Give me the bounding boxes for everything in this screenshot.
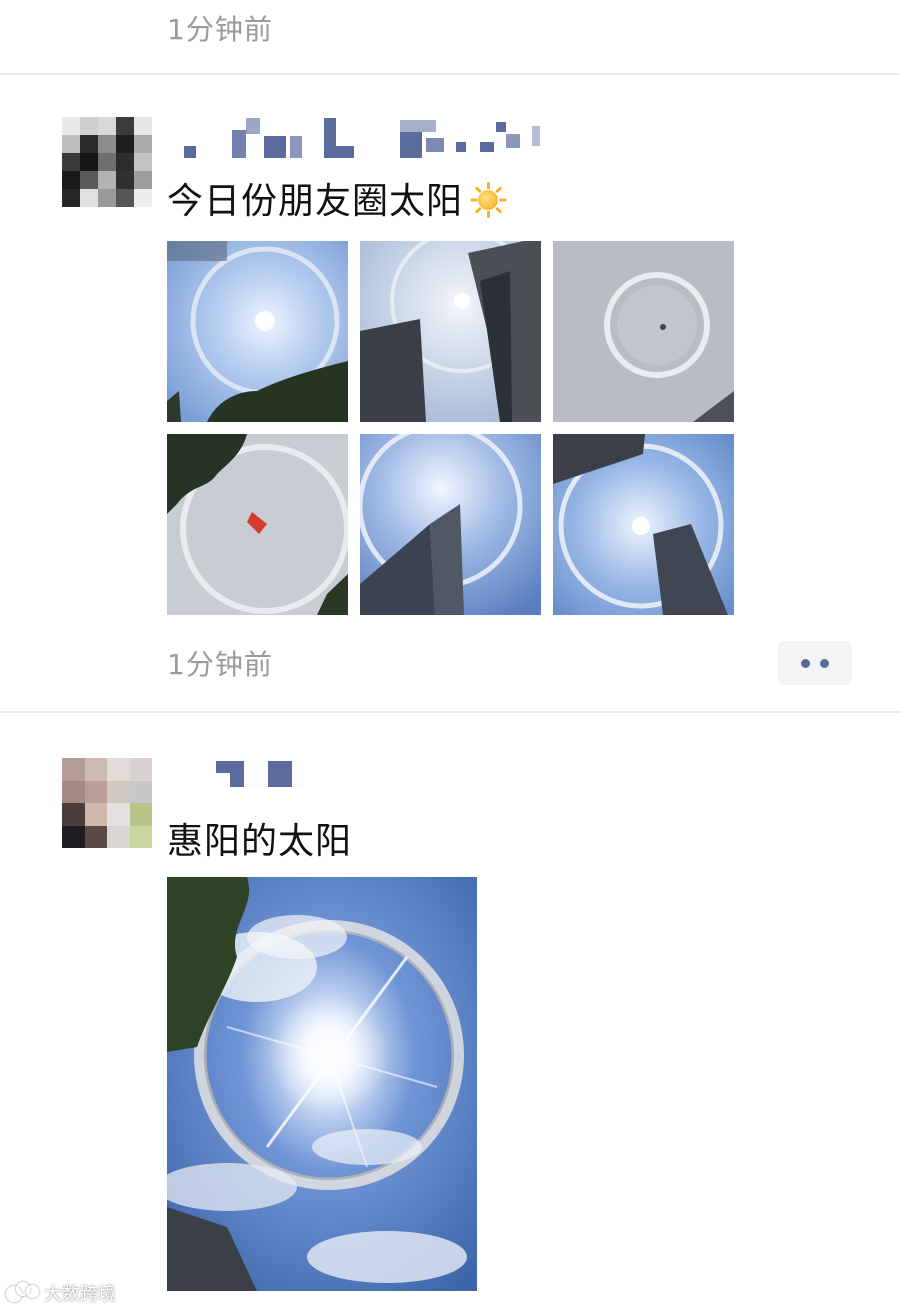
halo-photo[interactable] [167, 241, 348, 422]
post-text: 今日份朋友圈太阳 [167, 172, 507, 224]
username[interactable] [210, 755, 300, 795]
watermark-logo-icon [6, 1282, 40, 1304]
more-actions-button[interactable] [778, 641, 852, 685]
halo-photo[interactable] [553, 434, 734, 615]
avatar[interactable] [62, 758, 152, 848]
more-dot-icon [801, 658, 810, 668]
halo-photo[interactable] [167, 877, 477, 1291]
post-text: 惠阳的太阳 [167, 821, 353, 862]
halo-photo[interactable] [360, 434, 541, 615]
watermark-text: 大数跨境 [44, 1284, 116, 1305]
sun-icon [469, 181, 507, 219]
watermark: 大数跨境 [6, 1280, 116, 1306]
avatar[interactable] [62, 117, 152, 207]
previous-post-timestamp: 1分钟前 [167, 13, 273, 46]
post-text-content: 今日份朋友圈太阳 [167, 181, 464, 222]
feed-divider [0, 73, 900, 75]
feed-divider [0, 711, 900, 713]
photo-grid [167, 241, 735, 615]
halo-photo[interactable] [553, 241, 734, 422]
halo-photo[interactable] [360, 241, 541, 422]
halo-photo[interactable] [167, 434, 348, 615]
post-timestamp: 1分钟前 [167, 648, 273, 681]
username[interactable] [180, 116, 560, 158]
more-dot-icon [820, 658, 829, 668]
